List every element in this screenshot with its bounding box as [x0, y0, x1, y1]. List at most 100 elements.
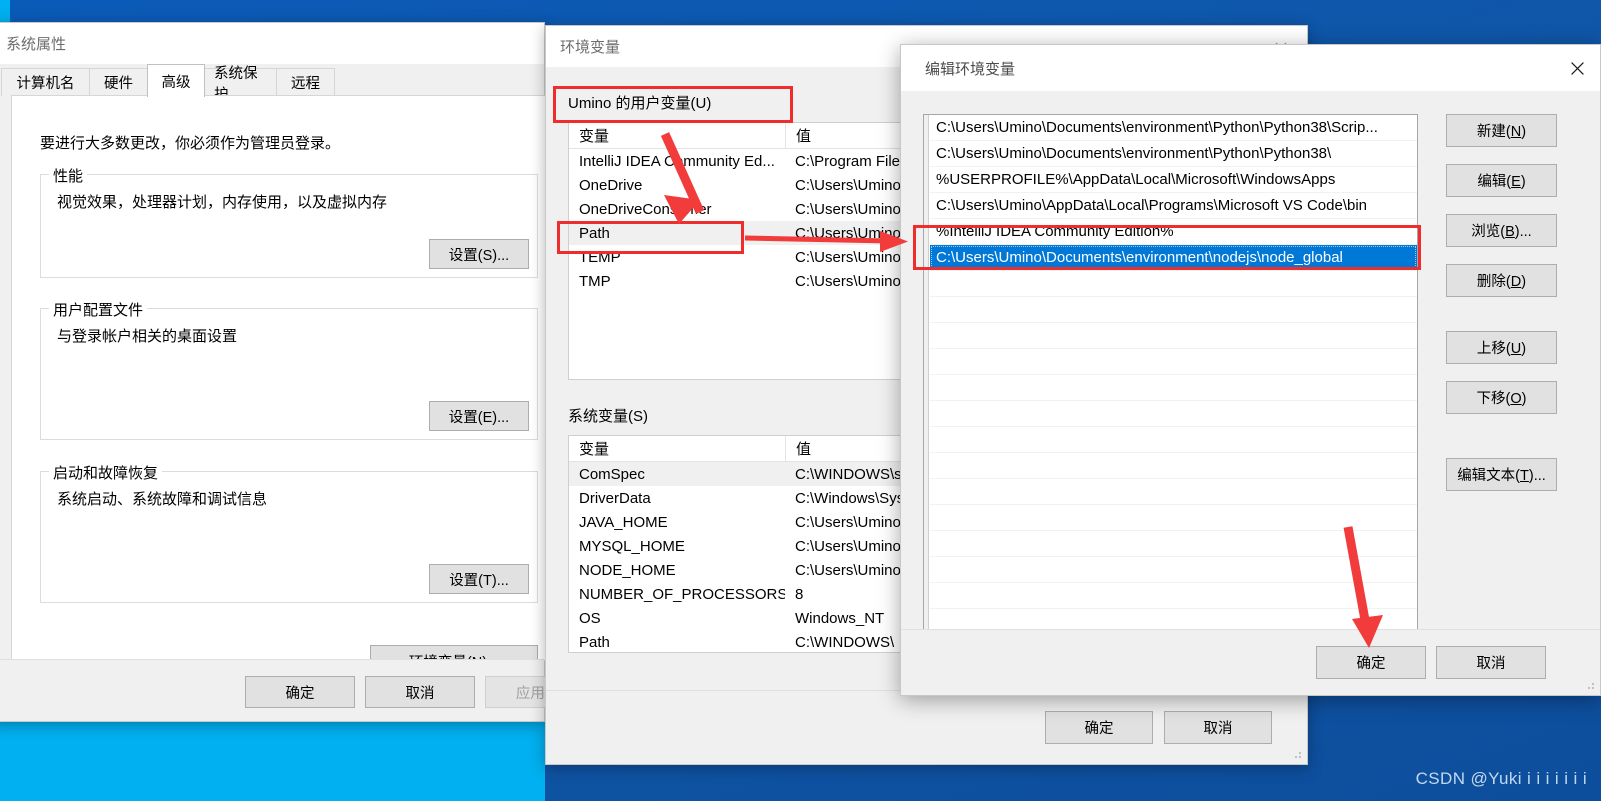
- path-entry-row[interactable]: %USERPROFILE%\AppData\Local\Microsoft\Wi…: [930, 167, 1417, 193]
- resize-grip[interactable]: [1584, 679, 1596, 691]
- path-entry-row-empty[interactable]: [930, 297, 1417, 323]
- variable-name-cell: NUMBER_OF_PROCESSORS: [579, 585, 785, 603]
- path-entry-row[interactable]: C:\Users\Umino\Documents\environment\nod…: [930, 245, 1417, 271]
- resize-grip[interactable]: [1291, 748, 1303, 760]
- path-entry-row-empty[interactable]: [930, 323, 1417, 349]
- path-entry-row[interactable]: C:\Users\Umino\Documents\environment\Pyt…: [930, 115, 1417, 141]
- path-entries-listbox[interactable]: C:\Users\Umino\Documents\environment\Pyt…: [923, 114, 1418, 659]
- button-label: 删除(D): [1476, 274, 1527, 290]
- system-properties-window: 系统属性 计算机名 硬件 高级 系统保护 远程 要进行大多数更改，你必须作为管理…: [0, 22, 595, 722]
- user-profiles-group: 用户配置文件 与登录帐户相关的桌面设置 设置(E)...: [40, 299, 538, 440]
- user-profiles-group-text: 与登录帐户相关的桌面设置: [57, 328, 238, 345]
- button-label: 下移(O): [1476, 391, 1527, 407]
- system-variables-label: 系统变量(S): [568, 408, 648, 425]
- variable-name-cell: OneDriveConsumer: [579, 200, 712, 218]
- environment-variables-cancel-button[interactable]: 取消: [1164, 711, 1272, 744]
- environment-variables-title: 环境变量: [560, 39, 621, 56]
- path-entry-row-empty[interactable]: [930, 505, 1417, 531]
- path-entry-row[interactable]: %IntelliJ IDEA Community Edition%: [930, 219, 1417, 245]
- system-properties-ok-button[interactable]: 确定: [245, 676, 355, 708]
- startup-recovery-group-legend: 启动和故障恢复: [49, 462, 163, 483]
- path-entry-row-empty[interactable]: [930, 453, 1417, 479]
- edit-env-button-b[interactable]: 浏览(B)...: [1446, 214, 1557, 247]
- path-entry-row-empty[interactable]: [930, 557, 1417, 583]
- variable-name-cell: OS: [579, 609, 601, 627]
- startup-recovery-group-text: 系统启动、系统故障和调试信息: [57, 491, 268, 508]
- tab-hardware[interactable]: 硬件: [89, 68, 148, 96]
- edit-env-button-t[interactable]: 编辑文本(T)...: [1446, 458, 1557, 491]
- user-variables-label: Umino 的用户变量(U): [568, 95, 712, 112]
- close-icon[interactable]: [1554, 45, 1600, 91]
- tab-system-protection[interactable]: 系统保护: [204, 66, 277, 103]
- path-entry-row-empty[interactable]: [930, 583, 1417, 609]
- edit-env-button-o[interactable]: 下移(O): [1446, 381, 1557, 414]
- edit-environment-variable-window: 编辑环境变量 C:\Users\Umino\Documents\environm…: [900, 44, 1601, 696]
- button-label: 取消: [405, 685, 435, 702]
- watermark-text: CSDN @Yuki i i i i i i i: [1415, 769, 1587, 788]
- variable-name-cell: JAVA_HOME: [579, 513, 668, 531]
- variable-name-cell: ComSpec: [579, 465, 645, 483]
- button-label: 设置(E)...: [448, 409, 510, 426]
- path-entry-row-empty[interactable]: [930, 531, 1417, 557]
- path-entry-row-empty[interactable]: [930, 479, 1417, 505]
- tab-computer-name[interactable]: 计算机名: [1, 68, 90, 96]
- edit-env-footer: 确定 取消: [901, 629, 1600, 695]
- path-entry-row-empty[interactable]: [930, 349, 1417, 375]
- variable-name-cell: OneDrive: [579, 176, 643, 194]
- button-label: 确定: [1084, 721, 1114, 737]
- edit-env-button-d[interactable]: 删除(D): [1446, 264, 1557, 297]
- system-properties-cancel-button[interactable]: 取消: [365, 676, 475, 708]
- system-properties-titlebar: 系统属性: [0, 23, 544, 64]
- button-label: 设置(T)...: [449, 572, 509, 589]
- desktop-lower-area: [0, 722, 545, 801]
- system-properties-tabstrip: 计算机名 硬件 高级 系统保护 远程: [1, 64, 537, 103]
- variable-name-cell: MYSQL_HOME: [579, 537, 685, 555]
- column-header-variable: 变量: [579, 441, 610, 458]
- tab-remote[interactable]: 远程: [276, 68, 335, 96]
- button-label: 取消: [1203, 721, 1233, 737]
- path-entry-row[interactable]: C:\Users\Umino\Documents\environment\Pyt…: [930, 141, 1417, 167]
- performance-group-text: 视觉效果，处理器计划，内存使用，以及虚拟内存: [57, 194, 388, 211]
- path-entry-row-empty[interactable]: [930, 375, 1417, 401]
- path-entry-row[interactable]: C:\Users\Umino\AppData\Local\Programs\Mi…: [930, 193, 1417, 219]
- edit-env-button-n[interactable]: 新建(N): [1446, 114, 1557, 147]
- system-properties-title: 系统属性: [6, 36, 67, 53]
- variable-name-cell: Path: [579, 224, 610, 242]
- path-entry-row-empty[interactable]: [930, 401, 1417, 427]
- admin-notice-text: 要进行大多数更改，你必须作为管理员登录。: [40, 135, 341, 152]
- startup-recovery-settings-button[interactable]: 设置(T)...: [429, 564, 529, 594]
- button-label: 确定: [285, 685, 315, 702]
- variable-name-cell: Path: [579, 633, 610, 651]
- user-profiles-settings-button[interactable]: 设置(E)...: [429, 401, 529, 431]
- path-entry-row-empty[interactable]: [930, 427, 1417, 453]
- environment-variables-footer: 确定 取消: [546, 690, 1307, 764]
- button-label: 设置(S)...: [448, 247, 510, 264]
- performance-settings-button[interactable]: 设置(S)...: [429, 239, 529, 269]
- listbox-gutter: [924, 115, 929, 658]
- path-entry-row-empty[interactable]: [930, 271, 1417, 297]
- tab-label: 硬件: [104, 76, 133, 92]
- button-label: 新建(N): [1476, 124, 1527, 140]
- variable-name-cell: TMP: [579, 272, 611, 290]
- user-profiles-group-legend: 用户配置文件: [49, 299, 148, 320]
- tab-advanced[interactable]: 高级: [147, 64, 205, 97]
- button-label: 取消: [1476, 656, 1506, 672]
- button-label: 编辑文本(T)...: [1457, 468, 1546, 484]
- edit-env-button-e[interactable]: 编辑(E): [1446, 164, 1557, 197]
- edit-env-cancel-button[interactable]: 取消: [1436, 646, 1546, 679]
- button-label: 编辑(E): [1477, 174, 1526, 190]
- variable-name-cell: NODE_HOME: [579, 561, 676, 579]
- tab-label: 远程: [291, 76, 320, 92]
- button-label: 浏览(B)...: [1471, 224, 1532, 240]
- edit-env-title: 编辑环境变量: [925, 60, 1016, 78]
- edit-env-ok-button[interactable]: 确定: [1316, 646, 1426, 679]
- edit-env-titlebar: 编辑环境变量: [901, 45, 1600, 91]
- button-label: 确定: [1356, 656, 1386, 672]
- tab-label: 计算机名: [16, 76, 75, 92]
- advanced-tab-panel: 要进行大多数更改，你必须作为管理员登录。 性能 视觉效果，处理器计划，内存使用，…: [11, 95, 551, 677]
- variable-name-cell: DriverData: [579, 489, 651, 507]
- environment-variables-ok-button[interactable]: 确定: [1045, 711, 1153, 744]
- variable-name-cell: TEMP: [579, 248, 621, 266]
- edit-env-button-u[interactable]: 上移(U): [1446, 331, 1557, 364]
- tab-label: 高级: [161, 74, 191, 91]
